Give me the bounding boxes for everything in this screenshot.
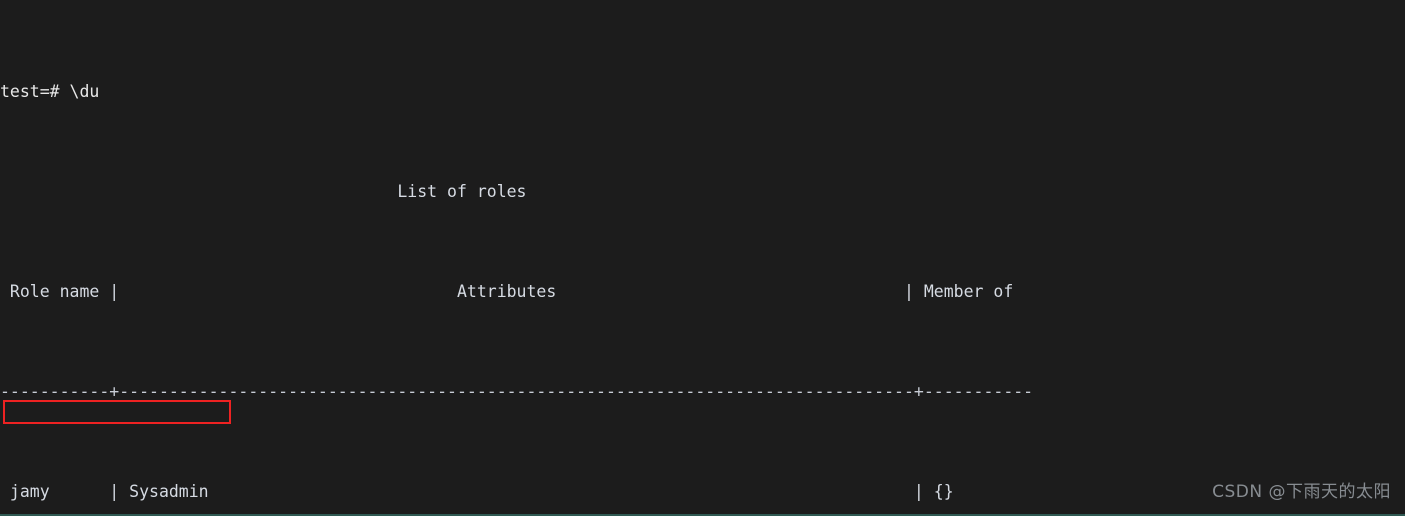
table-header-first-text: Role name | Attributes | Member of [0,282,1024,301]
table-separator-first-text: -----------+----------------------------… [0,382,1034,401]
table-title-first-text: List of roles [0,182,527,201]
command-line-du-first: test=# \du [0,82,100,101]
table-title-first: List of roles [0,182,1405,202]
table-row: jamy | Sysadmin | {} [0,482,954,501]
terminal-screen: test=# \du List of roles Role name | Att… [0,0,1405,516]
table-separator-first: -----------+----------------------------… [0,382,1405,402]
table-header-first: Role name | Attributes | Member of [0,282,1405,302]
terminal-output[interactable]: test=# \du List of roles Role name | Att… [0,2,1405,516]
watermark: CSDN @下雨天的太阳 [1212,482,1391,502]
